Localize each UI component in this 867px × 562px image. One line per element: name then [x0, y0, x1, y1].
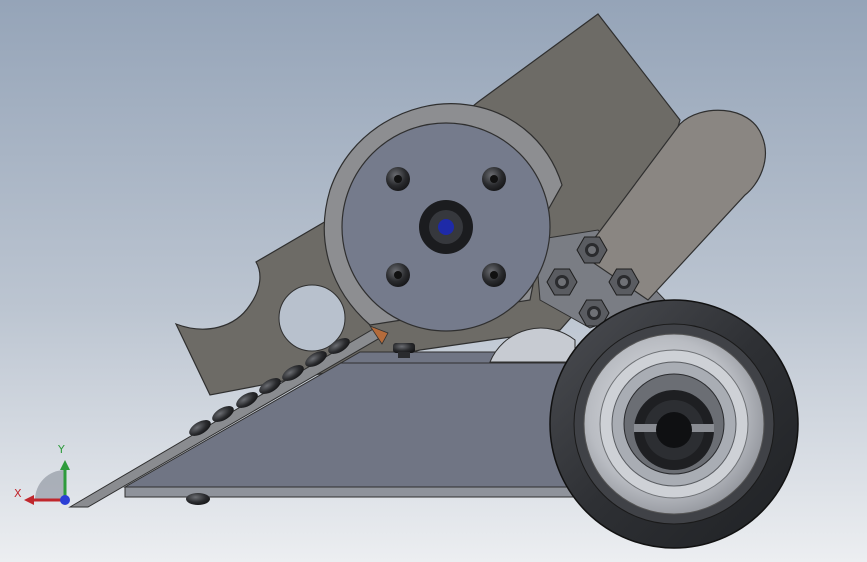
plate-cutout	[278, 284, 346, 352]
triad-graphic	[24, 460, 70, 505]
robot-assembly-model[interactable]	[0, 0, 867, 562]
coordinate-triad: Y X	[10, 440, 90, 520]
center-axle	[419, 200, 473, 254]
triad-y-label: Y	[58, 443, 65, 456]
wheel-hub[interactable]	[634, 390, 714, 470]
base-bolt	[186, 493, 210, 505]
cad-viewport[interactable]: Y X	[0, 0, 867, 562]
triad-x-label: X	[14, 487, 22, 500]
